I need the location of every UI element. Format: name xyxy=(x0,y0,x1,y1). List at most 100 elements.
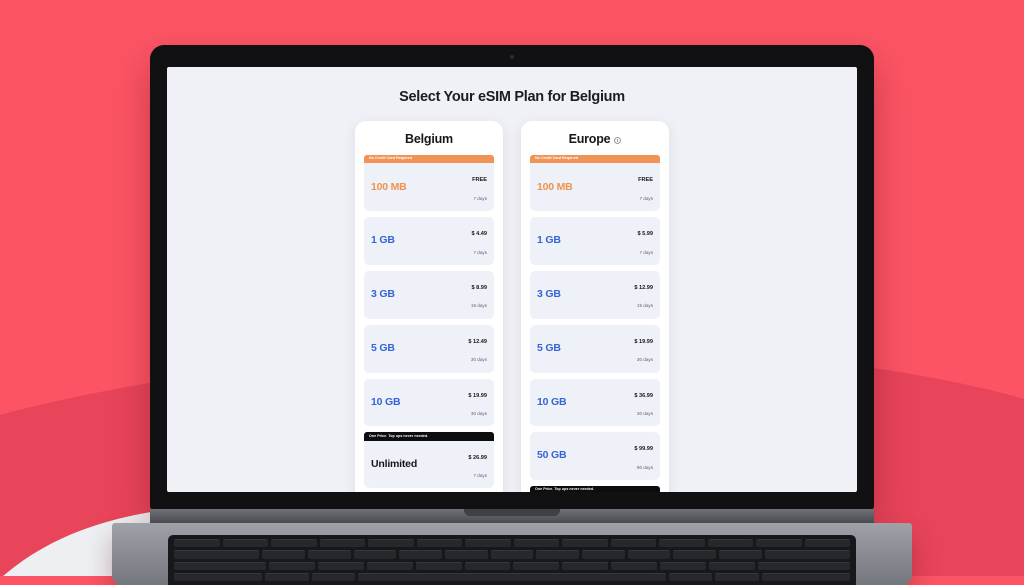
plan-item[interactable]: No Credit Card Required 100 MB FREE 7 da… xyxy=(530,155,660,212)
plan-price: $ 4.49 xyxy=(471,231,487,238)
plan-price: FREE xyxy=(472,177,487,184)
plan-item[interactable]: 10 GB $ 19.99 30 days xyxy=(364,378,494,427)
plan-row[interactable]: Unlimited $ 26.99 7 days xyxy=(364,440,494,489)
page-title: Select Your eSIM Plan for Belgium xyxy=(399,89,625,105)
plan-price-block: $ 19.99 30 days xyxy=(634,330,653,367)
plan-row[interactable]: 10 GB $ 19.99 30 days xyxy=(364,378,494,427)
webcam-icon xyxy=(510,55,514,59)
plan-ribbon: No Credit Card Required xyxy=(364,155,494,164)
keyboard-key xyxy=(562,561,609,570)
plan-duration: 7 days xyxy=(639,195,653,201)
plan-data-amount: 1 GB xyxy=(537,234,561,247)
keyboard-key xyxy=(222,539,268,548)
keyboard-key xyxy=(668,572,713,581)
plan-item[interactable]: 1 GB $ 4.49 7 days xyxy=(364,217,494,265)
keyboard-key xyxy=(709,561,756,570)
plan-row[interactable]: 100 MB FREE 7 days xyxy=(364,163,494,212)
plan-data-amount: 3 GB xyxy=(537,288,561,301)
keyboard-key xyxy=(264,572,309,581)
plan-price: $ 99.99 xyxy=(634,446,653,453)
plan-duration: 90 days xyxy=(636,464,653,470)
plan-duration: 30 days xyxy=(470,410,487,416)
info-icon[interactable] xyxy=(614,136,622,144)
plan-price: FREE xyxy=(638,177,653,184)
plan-ribbon: One Price. Top ups never needed. xyxy=(530,486,660,492)
plan-data-amount: 5 GB xyxy=(371,341,395,354)
plan-price-block: $ 8.99 15 days xyxy=(471,276,487,313)
keyboard-key xyxy=(756,539,802,548)
plan-price-block: $ 19.99 30 days xyxy=(468,384,487,421)
keyboard-key xyxy=(627,550,671,559)
plan-row[interactable]: 3 GB $ 8.99 15 days xyxy=(364,270,494,319)
keyboard-key xyxy=(353,550,397,559)
plan-duration: 30 days xyxy=(636,357,653,363)
plan-data-amount: 5 GB xyxy=(537,341,561,354)
plan-row[interactable]: 50 GB $ 99.99 90 days xyxy=(530,432,660,481)
plan-price: $ 19.99 xyxy=(468,392,487,399)
plan-ribbon: No Credit Card Required xyxy=(530,155,660,164)
plan-card-belgium[interactable]: Belgium No Credit Card Required 100 MB F… xyxy=(355,121,503,492)
keyboard-key xyxy=(416,539,462,548)
plan-item[interactable]: One Price. Top ups never needed. Unlimit… xyxy=(364,432,494,489)
plan-data-amount: 10 GB xyxy=(537,395,567,408)
keyboard-key xyxy=(490,550,534,559)
keyboard-key xyxy=(445,550,488,559)
plan-price: $ 19.99 xyxy=(634,338,653,345)
plan-data-amount: 100 MB xyxy=(537,180,573,193)
plan-item[interactable]: No Credit Card Required 100 MB FREE 7 da… xyxy=(364,155,494,212)
plan-row[interactable]: 10 GB $ 36.99 30 days xyxy=(530,378,660,427)
keyboard-key xyxy=(319,539,365,548)
plan-row[interactable]: 3 GB $ 12.99 15 days xyxy=(530,270,660,319)
plan-item[interactable]: 10 GB $ 36.99 30 days xyxy=(530,378,660,427)
keyboard-key xyxy=(762,572,850,581)
card-header-europe: Europe xyxy=(530,132,660,146)
plan-data-amount: 3 GB xyxy=(371,288,395,301)
keyboard-key xyxy=(262,550,305,559)
plan-item[interactable]: 5 GB $ 12.49 30 days xyxy=(364,324,494,373)
plan-duration: 15 days xyxy=(636,303,653,309)
plan-item[interactable]: 50 GB $ 99.99 90 days xyxy=(530,432,660,481)
plan-row[interactable]: 1 GB $ 5.99 7 days xyxy=(530,217,660,265)
keyboard-key xyxy=(271,539,317,548)
laptop-keyboard xyxy=(168,535,856,585)
plan-item[interactable]: 5 GB $ 19.99 30 days xyxy=(530,324,660,373)
plan-item[interactable]: One Price. Top ups never needed. Unlimit… xyxy=(530,486,660,492)
keyboard-key xyxy=(366,561,413,570)
keyboard-key xyxy=(562,539,608,548)
keyboard-row xyxy=(174,561,850,570)
laptop-hinge-notch xyxy=(464,509,560,516)
keyboard-key xyxy=(660,561,707,570)
plan-item[interactable]: 3 GB $ 12.99 15 days xyxy=(530,270,660,319)
keyboard-key xyxy=(659,539,705,548)
laptop-hinge xyxy=(150,509,874,523)
keyboard-row xyxy=(174,539,850,548)
plan-row[interactable]: 100 MB FREE 7 days xyxy=(530,163,660,212)
keyboard-key xyxy=(764,550,851,559)
keyboard-key xyxy=(174,561,266,570)
plan-price-block: FREE 7 days xyxy=(472,168,487,205)
plan-price-block: $ 99.99 90 days xyxy=(634,437,653,474)
plan-item[interactable]: 1 GB $ 5.99 7 days xyxy=(530,217,660,265)
plan-item[interactable]: 3 GB $ 8.99 15 days xyxy=(364,270,494,319)
plan-data-amount: 1 GB xyxy=(371,234,395,247)
plan-duration: 7 days xyxy=(639,249,653,255)
plan-card-europe[interactable]: Europe No Credit Card Required 100 MB FR… xyxy=(521,121,669,492)
plan-duration: 30 days xyxy=(470,357,487,363)
keyboard-key xyxy=(719,550,762,559)
plan-data-amount: 10 GB xyxy=(371,395,401,408)
keyboard-key xyxy=(513,539,559,548)
keyboard-key xyxy=(513,561,560,570)
plan-row[interactable]: 5 GB $ 19.99 30 days xyxy=(530,324,660,373)
plan-price-block: FREE 7 days xyxy=(638,168,653,205)
keyboard-key xyxy=(415,561,462,570)
keyboard-key xyxy=(174,550,260,559)
card-title-europe: Europe xyxy=(568,132,611,146)
plan-price: $ 12.49 xyxy=(468,338,487,345)
plan-data-amount: 50 GB xyxy=(537,449,567,462)
plan-row[interactable]: 1 GB $ 4.49 7 days xyxy=(364,217,494,265)
keyboard-key xyxy=(464,561,511,570)
keyboard-key xyxy=(174,572,262,581)
plan-price-block: $ 12.99 15 days xyxy=(634,276,653,313)
plan-row[interactable]: 5 GB $ 12.49 30 days xyxy=(364,324,494,373)
plan-duration: 7 days xyxy=(473,473,487,479)
